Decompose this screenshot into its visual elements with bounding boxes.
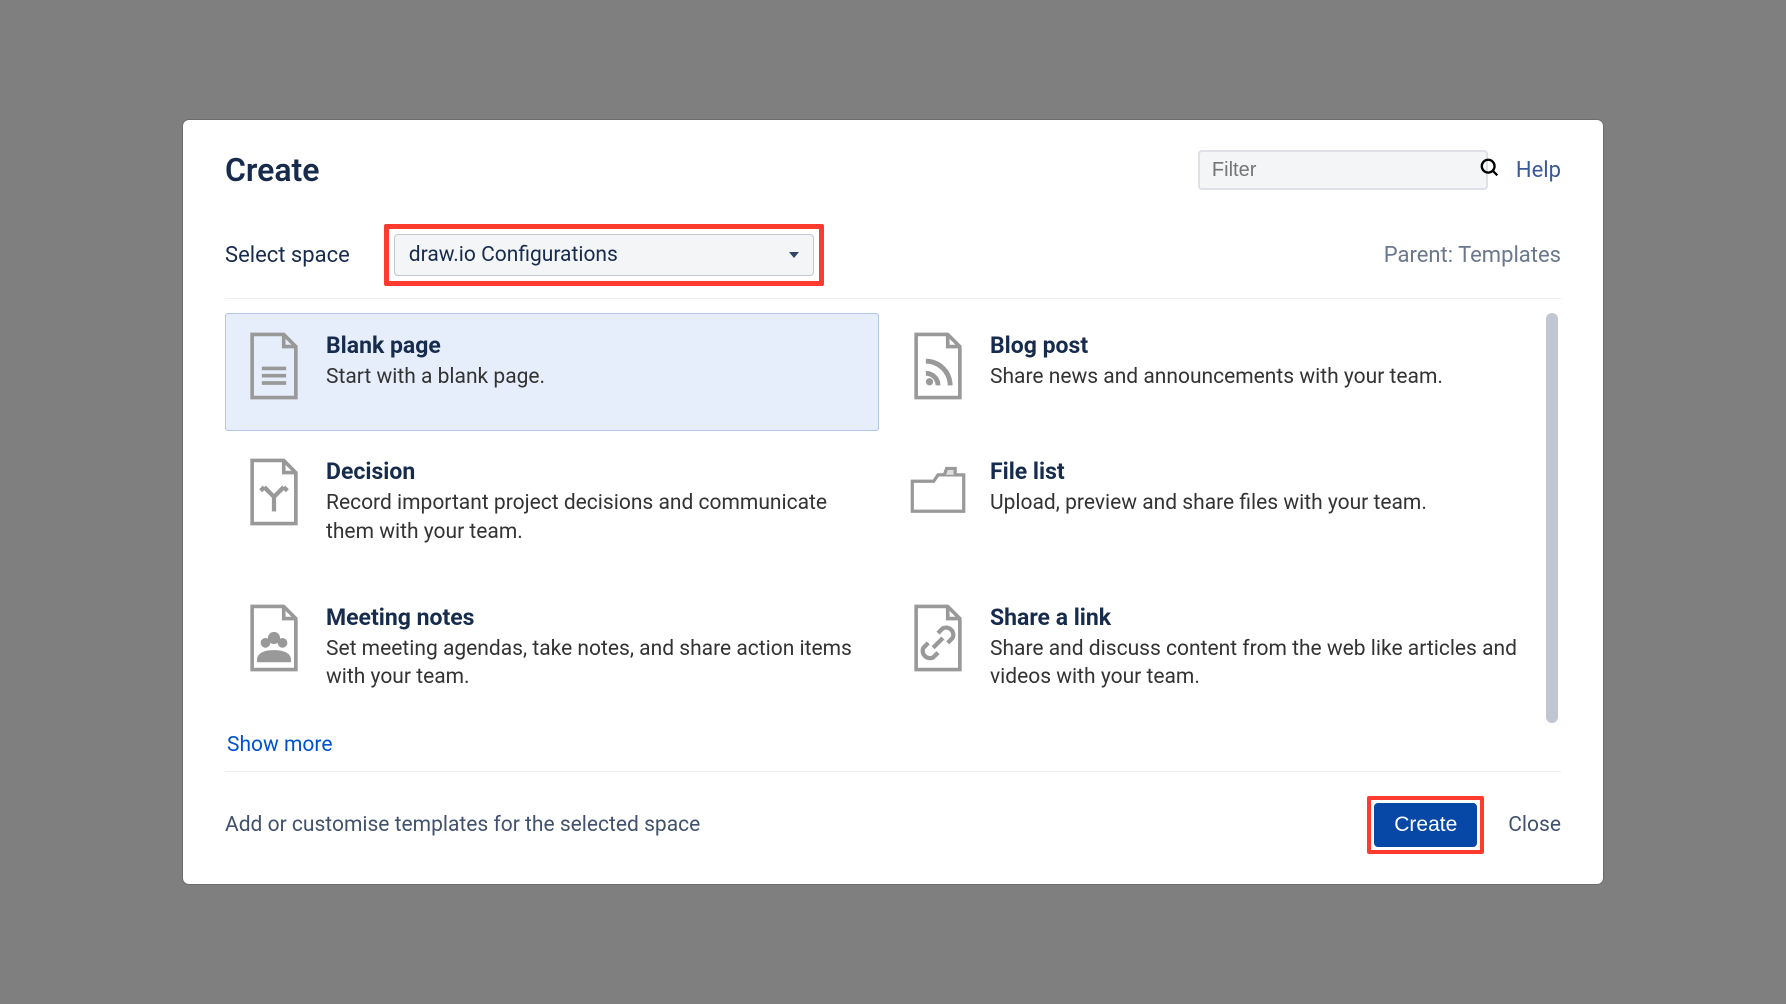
template-text: Blog post Share news and announcements wi…: [990, 332, 1524, 391]
link-icon: [908, 604, 968, 672]
footer-buttons: Create Close: [1367, 796, 1561, 854]
template-card[interactable]: Meeting notes Set meeting agendas, take n…: [225, 585, 879, 723]
search-icon: [1479, 157, 1501, 183]
create-button[interactable]: Create: [1374, 803, 1477, 847]
template-card[interactable]: Decision Record important project decisio…: [225, 439, 879, 577]
space-select-highlight: draw.io Configurations: [384, 224, 824, 286]
space-label: Select space: [225, 243, 350, 268]
template-card[interactable]: Blog post Share news and announcements wi…: [889, 313, 1543, 431]
template-description: Set meeting agendas, take notes, and sha…: [326, 635, 860, 692]
help-link[interactable]: Help: [1516, 158, 1561, 183]
template-card[interactable]: File list Upload, preview and share files…: [889, 439, 1543, 577]
space-row: Select space draw.io Configurations Pare…: [225, 224, 1561, 286]
parent-label: Parent: Templates: [1384, 243, 1561, 268]
close-button[interactable]: Close: [1508, 813, 1561, 837]
customise-templates-link[interactable]: Add or customise templates for the selec…: [225, 813, 700, 837]
scrollbar[interactable]: [1543, 299, 1561, 723]
template-description: Share and discuss content from the web l…: [990, 635, 1524, 692]
space-select-value: draw.io Configurations: [409, 243, 618, 267]
template-text: File list Upload, preview and share files…: [990, 458, 1524, 517]
chevron-down-icon: [789, 252, 799, 258]
space-left: Select space draw.io Configurations: [225, 224, 824, 286]
divider: [225, 771, 1561, 772]
filter-input[interactable]: [1210, 158, 1479, 183]
people-icon: [244, 604, 304, 672]
template-area: Blank page Start with a blank page. Blog p…: [225, 299, 1561, 723]
dialog-footer: Add or customise templates for the selec…: [225, 796, 1561, 854]
show-more-link[interactable]: Show more: [225, 723, 1561, 771]
template-card[interactable]: Share a link Share and discuss content fr…: [889, 585, 1543, 723]
template-title: Meeting notes: [326, 604, 860, 631]
template-description: Record important project decisions and c…: [326, 489, 860, 546]
template-description: Share news and announcements with your t…: [990, 363, 1524, 391]
fork-icon: [244, 458, 304, 526]
rss-icon: [908, 332, 968, 400]
template-card[interactable]: Blank page Start with a blank page.: [225, 313, 879, 431]
template-text: Decision Record important project decisio…: [326, 458, 860, 546]
filter-input-wrap[interactable]: [1198, 150, 1488, 190]
dialog-header-right: Help: [1198, 150, 1561, 190]
create-button-highlight: Create: [1367, 796, 1484, 854]
template-title: Decision: [326, 458, 860, 485]
space-select[interactable]: draw.io Configurations: [394, 234, 814, 276]
template-text: Meeting notes Set meeting agendas, take n…: [326, 604, 860, 692]
scrollbar-thumb[interactable]: [1546, 313, 1558, 723]
template-description: Upload, preview and share files with you…: [990, 489, 1524, 517]
template-grid: Blank page Start with a blank page. Blog p…: [225, 299, 1543, 723]
folder-icon: [908, 458, 968, 526]
template-title: File list: [990, 458, 1524, 485]
page-icon: [244, 332, 304, 400]
template-title: Blank page: [326, 332, 860, 359]
dialog-title: Create: [225, 151, 320, 189]
template-description: Start with a blank page.: [326, 363, 860, 391]
template-title: Share a link: [990, 604, 1524, 631]
template-text: Share a link Share and discuss content fr…: [990, 604, 1524, 692]
template-title: Blog post: [990, 332, 1524, 359]
create-dialog: Create Help Select space draw.io Configu…: [183, 120, 1603, 884]
dialog-header: Create Help: [225, 150, 1561, 190]
template-text: Blank page Start with a blank page.: [326, 332, 860, 391]
